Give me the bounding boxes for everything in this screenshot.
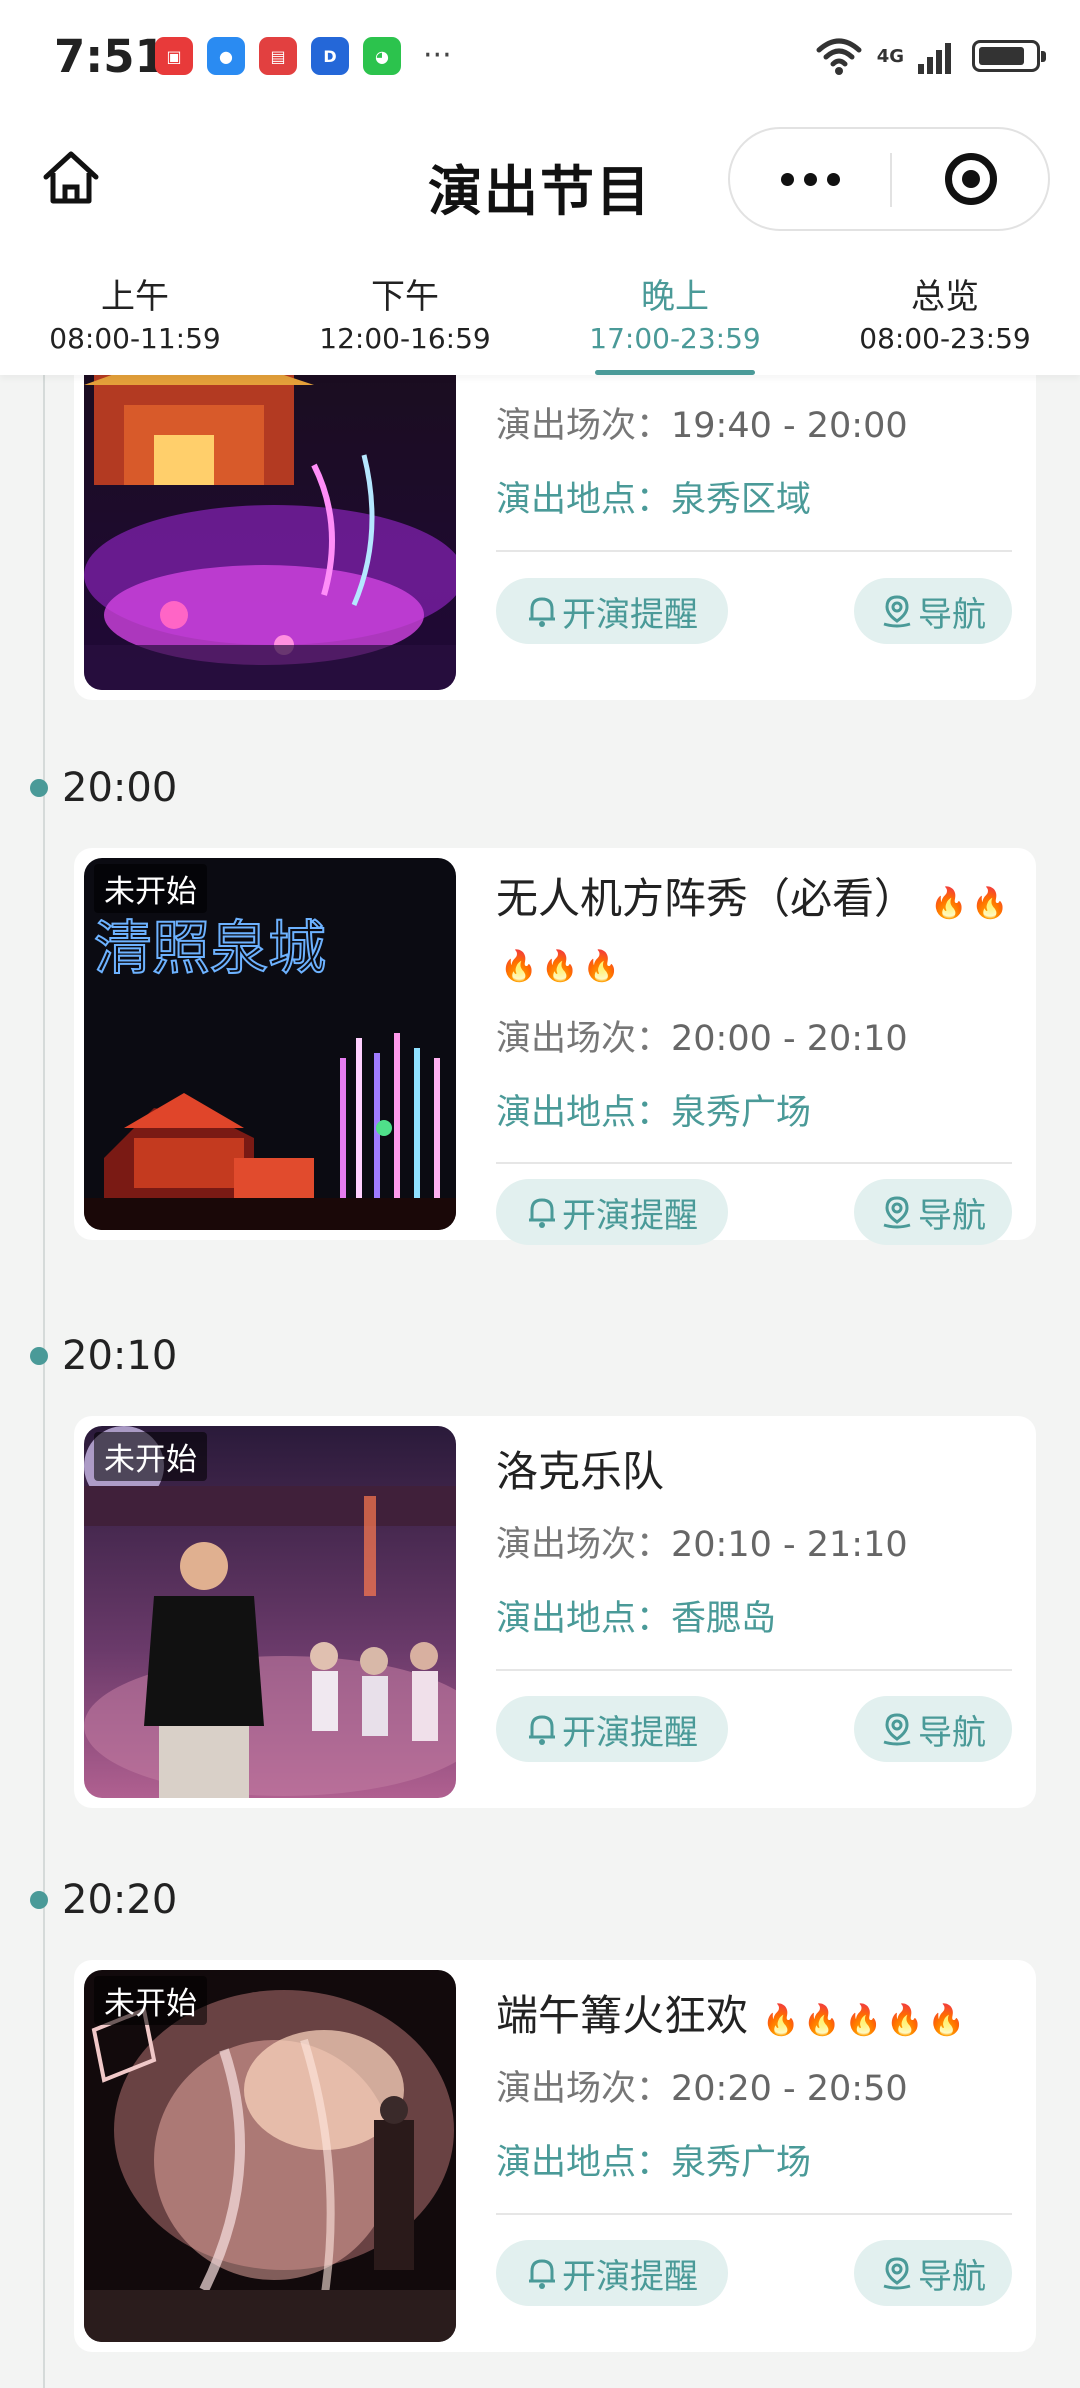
remind-button[interactable]: 开演提醒: [496, 578, 728, 644]
session-row: 演出场次：20:00 - 20:10: [496, 1019, 908, 1059]
event-card[interactable]: 未开始 端午篝火狂欢 🔥 🔥 🔥 🔥 🔥 演出场次：20:20 - 20:50 演出地点：…: [74, 1960, 1036, 2352]
location-pin-icon: [880, 2256, 914, 2290]
navigate-button[interactable]: 导航: [854, 578, 1012, 644]
flame-icon: 🔥: [500, 949, 538, 984]
wifi-icon: [816, 38, 862, 75]
event-image: 未开始: [84, 1426, 456, 1798]
navigate-button[interactable]: 导航: [854, 1696, 1012, 1762]
event-image: [84, 375, 456, 690]
bell-icon: [526, 1712, 558, 1746]
battery-icon: [972, 40, 1046, 72]
event-card[interactable]: 未开始 洛克乐队 演出场次：20:10 - 21:10 演出地点：香腮岛 开演提…: [74, 1416, 1036, 1808]
svg-text:清照泉城: 清照泉城: [94, 914, 326, 982]
location-row: 演出地点：香腮岛: [496, 1599, 777, 1639]
time-marker: 20:20: [30, 1877, 177, 1923]
location-pin-icon: [880, 594, 914, 628]
more-notifications-icon: ···: [423, 38, 452, 73]
flame-icon: 🔥: [582, 949, 621, 984]
time-marker: 20:10: [30, 1333, 177, 1379]
session-row: 演出场次：20:10 - 21:10: [496, 1525, 908, 1565]
bell-icon: [526, 594, 558, 628]
location-row: 演出地点：泉秀广场: [496, 2143, 812, 2183]
navigate-button[interactable]: 导航: [854, 1179, 1012, 1245]
location-pin-icon: [880, 1195, 914, 1229]
location-pin-icon: [880, 1712, 914, 1746]
more-button[interactable]: [730, 129, 890, 229]
flame-icon: 🔥: [541, 949, 579, 984]
flame-icon: 🔥: [927, 2003, 965, 2038]
status-time: 7:51: [54, 30, 166, 83]
bell-icon: [526, 1195, 558, 1229]
target-close-icon: [945, 153, 997, 205]
bell-icon: [526, 2256, 558, 2290]
flame-icon: 🔥: [844, 2003, 883, 2038]
location-row: 演出地点：泉秀广场: [496, 1093, 812, 1133]
event-title: 端午篝火狂欢 🔥 🔥 🔥 🔥 🔥: [496, 1991, 965, 2040]
status-badge: 未开始: [94, 1432, 207, 1481]
status-badge: 未开始: [94, 1976, 207, 2025]
flame-icon: 🔥: [930, 886, 968, 921]
status-badge: 未开始: [94, 864, 207, 913]
tab-overview[interactable]: 总览 08:00-23:59: [810, 255, 1080, 375]
notification-icons: ▣ ● ▤ D ◕ ···: [155, 37, 452, 75]
flame-icon: 🔥: [886, 2003, 924, 2038]
flame-icon: 🔥: [971, 886, 1009, 921]
network-type: 4G: [876, 45, 904, 67]
timeline-line: [43, 375, 45, 2388]
remind-button[interactable]: 开演提醒: [496, 2240, 728, 2306]
close-button[interactable]: [892, 129, 1050, 229]
active-tab-indicator: [595, 370, 755, 375]
tab-evening[interactable]: 晚上 17:00-23:59: [540, 255, 810, 375]
miniprogram-capsule: [728, 127, 1050, 231]
wechat-icon: ◕: [363, 37, 401, 75]
d-app-icon: D: [311, 37, 349, 75]
status-bar: 7:51 ▣ ● ▤ D ◕ ··· 4G: [0, 0, 1080, 115]
navigate-button[interactable]: 导航: [854, 2240, 1012, 2306]
huawei-store-icon: ▣: [155, 37, 193, 75]
event-image: 未开始: [84, 1970, 456, 2342]
remind-button[interactable]: 开演提醒: [496, 1179, 728, 1245]
tab-afternoon[interactable]: 下午 12:00-16:59: [270, 255, 540, 375]
flame-icon: 🔥: [762, 2003, 800, 2038]
event-title: 无人机方阵秀（必看） 🔥 🔥🔥 🔥 🔥: [496, 874, 1009, 984]
signal-icon: [918, 43, 951, 74]
event-image: 清照泉城 未开始: [84, 858, 456, 1230]
messages-icon: ●: [207, 37, 245, 75]
remind-button[interactable]: 开演提醒: [496, 1696, 728, 1762]
session-row: 演出场次：20:20 - 20:50: [496, 2069, 908, 2109]
nav-header: 演出节目: [0, 115, 1080, 255]
more-dots-icon: [780, 172, 794, 186]
period-tabs: 上午 08:00-11:59 下午 12:00-16:59 晚上 17:00-2…: [0, 255, 1080, 375]
event-card[interactable]: 清照泉城 未开始 无人机方阵秀（必看） 🔥 🔥🔥 🔥 🔥 演出场次：20:00 - 20…: [74, 848, 1036, 1245]
session-row: 演出场次：19:40 - 20:00: [496, 406, 908, 446]
tab-morning[interactable]: 上午 08:00-11:59: [0, 255, 270, 375]
event-title: 洛克乐队: [496, 1447, 665, 1496]
event-card[interactable]: 演出场次：19:40 - 20:00 演出地点：泉秀区域 开演提醒 导航: [74, 375, 1036, 700]
location-row: 演出地点：泉秀区域: [496, 480, 812, 520]
time-marker: 20:00: [30, 765, 177, 811]
flame-icon: 🔥: [803, 2003, 841, 2038]
program-list[interactable]: 演出场次：19:40 - 20:00 演出地点：泉秀区域 开演提醒 导航 20:…: [0, 375, 1080, 2388]
reader-icon: ▤: [259, 37, 297, 75]
